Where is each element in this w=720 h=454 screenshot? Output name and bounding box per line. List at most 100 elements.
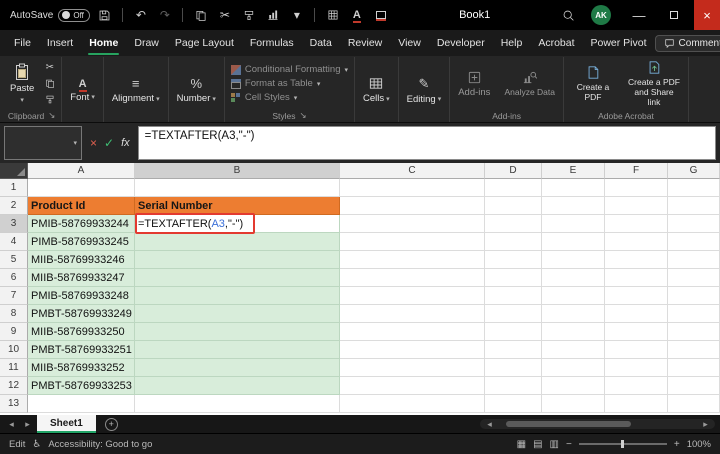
cell-G4[interactable]	[668, 233, 720, 251]
redo-icon[interactable]: ↷	[155, 4, 174, 26]
zoom-in-icon[interactable]: +	[674, 439, 680, 450]
cell-F13[interactable]	[605, 395, 668, 413]
cell-A6[interactable]: MIIB-58769933247	[28, 269, 135, 287]
row-header-5[interactable]: 5	[0, 251, 28, 269]
cell-C8[interactable]	[340, 305, 485, 323]
sheet-tab-sheet1[interactable]: Sheet1	[37, 415, 96, 433]
tab-review[interactable]: Review	[340, 30, 390, 56]
cell-B3[interactable]: =TEXTAFTER(A3,"-")	[135, 215, 340, 233]
sheet-nav-left-icon[interactable]: ◂	[5, 419, 18, 430]
cell-C5[interactable]	[340, 251, 485, 269]
table-icon[interactable]	[323, 4, 342, 26]
cell-G7[interactable]	[668, 287, 720, 305]
font-menu-button[interactable]: A Font ▾	[65, 76, 100, 105]
scrollbar-thumb[interactable]	[506, 421, 631, 427]
cell-B7[interactable]	[135, 287, 340, 305]
cell-E1[interactable]	[542, 179, 605, 197]
tab-draw[interactable]: Draw	[126, 30, 167, 56]
horizontal-scrollbar[interactable]: ◂ ▸	[480, 419, 715, 429]
cell-G11[interactable]	[668, 359, 720, 377]
cell-A1[interactable]	[28, 179, 135, 197]
cell-D8[interactable]	[485, 305, 542, 323]
cell-F3[interactable]	[605, 215, 668, 233]
cell-E11[interactable]	[542, 359, 605, 377]
row-header-11[interactable]: 11	[0, 359, 28, 377]
column-header-E[interactable]: E	[542, 163, 605, 179]
dialog-launcher-icon[interactable]: ↘	[48, 110, 55, 121]
cell-F12[interactable]	[605, 377, 668, 395]
cell-F10[interactable]	[605, 341, 668, 359]
cell-D6[interactable]	[485, 269, 542, 287]
tab-insert[interactable]: Insert	[39, 30, 81, 56]
font-color-icon[interactable]: A	[347, 4, 366, 26]
cell-C7[interactable]	[340, 287, 485, 305]
cell-B10[interactable]	[135, 341, 340, 359]
fill-color-icon[interactable]	[371, 4, 390, 26]
add-sheet-button[interactable]: +	[105, 418, 118, 431]
row-header-1[interactable]: 1	[0, 179, 28, 197]
cell-E3[interactable]	[542, 215, 605, 233]
cell-B12[interactable]	[135, 377, 340, 395]
cell-D10[interactable]	[485, 341, 542, 359]
alignment-menu-button[interactable]: ≡ Alignment ▾	[107, 74, 165, 106]
cell-C6[interactable]	[340, 269, 485, 287]
enter-button[interactable]: ✓	[104, 136, 114, 150]
column-header-B[interactable]: B	[135, 163, 340, 179]
row-header-10[interactable]: 10	[0, 341, 28, 359]
tab-developer[interactable]: Developer	[429, 30, 493, 56]
cell-F7[interactable]	[605, 287, 668, 305]
cell-F5[interactable]	[605, 251, 668, 269]
cell-E13[interactable]	[542, 395, 605, 413]
cell-B8[interactable]	[135, 305, 340, 323]
search-icon[interactable]	[559, 4, 578, 26]
copy-icon[interactable]	[191, 4, 210, 26]
paste-button[interactable]: Paste ▾	[5, 61, 39, 106]
cell-F4[interactable]	[605, 233, 668, 251]
cell-D4[interactable]	[485, 233, 542, 251]
cell-D5[interactable]	[485, 251, 542, 269]
column-header-C[interactable]: C	[340, 163, 485, 179]
cell-G2[interactable]	[668, 197, 720, 215]
cell-C9[interactable]	[340, 323, 485, 341]
column-header-D[interactable]: D	[485, 163, 542, 179]
create-pdf-share-button[interactable]: Create a PDF and Share link	[623, 58, 685, 109]
format-painter-icon[interactable]	[239, 4, 258, 26]
cell-A4[interactable]: PIMB-58769933245	[28, 233, 135, 251]
maximize-button[interactable]	[659, 0, 689, 30]
cell-D13[interactable]	[485, 395, 542, 413]
row-header-9[interactable]: 9	[0, 323, 28, 341]
cell-D1[interactable]	[485, 179, 542, 197]
cell-A2[interactable]: Product Id	[28, 197, 135, 215]
cell-E5[interactable]	[542, 251, 605, 269]
cell-G5[interactable]	[668, 251, 720, 269]
comments-button[interactable]: Comments	[655, 35, 720, 52]
chart-icon[interactable]	[263, 4, 282, 26]
cell-G13[interactable]	[668, 395, 720, 413]
save-icon[interactable]	[95, 4, 114, 26]
tab-view[interactable]: View	[390, 30, 429, 56]
zoom-out-icon[interactable]: −	[566, 439, 572, 450]
cell-B6[interactable]	[135, 269, 340, 287]
cell-A13[interactable]	[28, 395, 135, 413]
row-header-7[interactable]: 7	[0, 287, 28, 305]
column-header-F[interactable]: F	[605, 163, 668, 179]
cell-A5[interactable]: MIIB-58769933246	[28, 251, 135, 269]
row-header-8[interactable]: 8	[0, 305, 28, 323]
cell-F11[interactable]	[605, 359, 668, 377]
account-avatar[interactable]: AK	[591, 5, 611, 25]
cell-A12[interactable]: PMBT-58769933253	[28, 377, 135, 395]
page-layout-view-icon[interactable]: ▤	[533, 439, 542, 450]
cell-B9[interactable]	[135, 323, 340, 341]
cell-G3[interactable]	[668, 215, 720, 233]
cell-B13[interactable]	[135, 395, 340, 413]
cell-E6[interactable]	[542, 269, 605, 287]
tab-help[interactable]: Help	[493, 30, 531, 56]
cell-C1[interactable]	[340, 179, 485, 197]
cell-C3[interactable]	[340, 215, 485, 233]
cell-D3[interactable]	[485, 215, 542, 233]
zoom-slider-thumb[interactable]	[621, 440, 624, 448]
cell-B5[interactable]	[135, 251, 340, 269]
cell-E7[interactable]	[542, 287, 605, 305]
row-header-12[interactable]: 12	[0, 377, 28, 395]
zoom-slider[interactable]	[579, 443, 667, 445]
